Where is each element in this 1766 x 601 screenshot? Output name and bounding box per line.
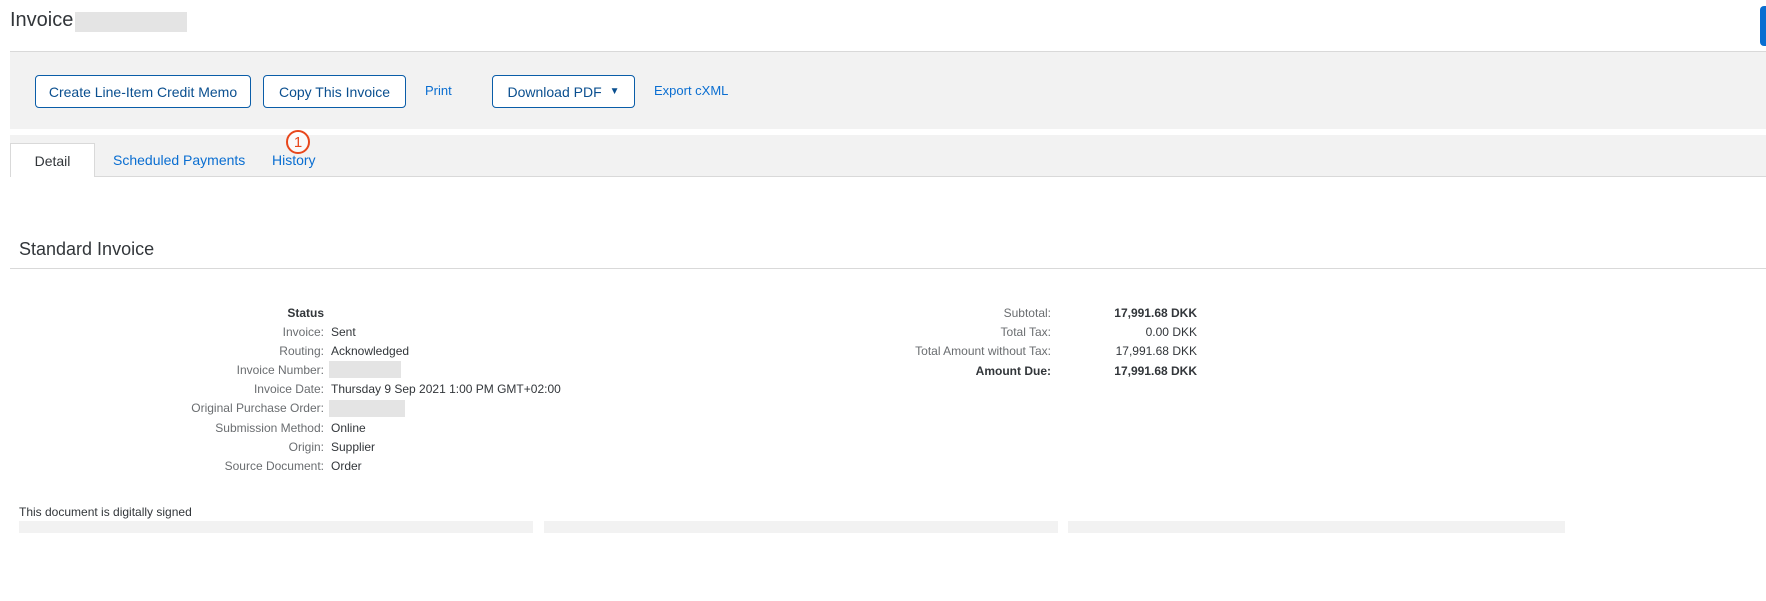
redacted-value [329, 361, 401, 379]
export-cxml-link[interactable]: Export cXML [654, 83, 728, 98]
total-value: 17,991.68 DKK [1114, 305, 1197, 320]
print-link[interactable]: Print [425, 83, 452, 98]
status-value: Acknowledged [331, 343, 410, 358]
status-label: Routing: [279, 343, 324, 358]
download-pdf-button[interactable]: Download PDF ▼ [492, 75, 635, 108]
copy-invoice-button[interactable]: Copy This Invoice [263, 75, 406, 108]
redacted-invoice-id [75, 12, 187, 32]
status-label: Submission Method: [215, 420, 324, 435]
total-value: 17,991.68 DKK [1114, 363, 1197, 378]
top-right-button[interactable] [1760, 6, 1766, 46]
status-label: Origin: [288, 439, 324, 454]
caret-down-icon: ▼ [609, 86, 620, 97]
status-label: Invoice: [282, 324, 324, 339]
status-value: Thursday 9 Sep 2021 1:00 PM GMT+02:00 [331, 382, 561, 397]
total-value: 17,991.68 DKK [1115, 344, 1197, 359]
status-label: Invoice Number: [236, 362, 324, 377]
download-pdf-label: Download PDF [507, 83, 602, 100]
status-value: Online [331, 420, 366, 435]
section-title: Standard Invoice [19, 239, 155, 259]
annotation-marker: 1 [286, 130, 310, 154]
total-value: 0.00 DKK [1145, 324, 1197, 339]
status-value: Order [331, 458, 362, 473]
panel [19, 521, 533, 533]
signed-note: This document is digitally signed [19, 505, 192, 519]
divider [10, 268, 1766, 269]
status-label: Invoice Date: [253, 382, 324, 397]
tab-scheduled-payments[interactable]: Scheduled Payments [113, 143, 245, 177]
total-label: Total Amount without Tax: [915, 344, 1051, 359]
total-label: Total Tax: [1000, 324, 1051, 339]
panel [544, 521, 1058, 533]
total-label: Amount Due: [975, 363, 1051, 378]
status-label: Original Purchase Order: [191, 401, 324, 416]
panel [1068, 521, 1565, 533]
status-value: Sent [331, 324, 356, 339]
create-credit-memo-button[interactable]: Create Line-Item Credit Memo [35, 75, 251, 108]
redacted-value [329, 399, 405, 417]
status-heading: Status [287, 305, 324, 320]
status-label: Source Document: [224, 458, 324, 473]
tab-detail[interactable]: Detail [10, 143, 95, 177]
total-label: Subtotal: [1003, 305, 1051, 320]
page-title: Invoice: [10, 9, 79, 31]
status-value: Supplier [331, 439, 376, 454]
